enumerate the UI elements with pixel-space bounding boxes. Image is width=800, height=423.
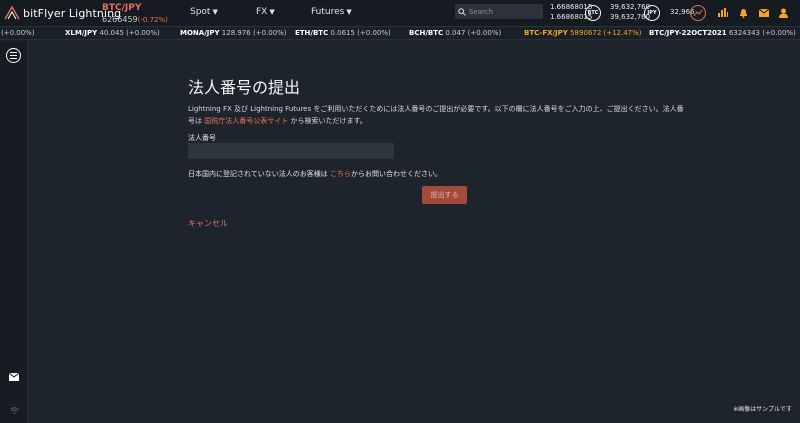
corporate-number-input[interactable] [188,143,394,159]
desc-text: 号は [188,117,202,125]
cancel-link[interactable]: キャンセル [188,218,228,229]
menu-futures-label: Futures [311,7,345,17]
btc-coin-icon[interactable]: BTC [585,5,601,21]
ticker-item[interactable]: BTC-FX/JPY 5890672 (+12.47%) [524,29,642,37]
mail-icon[interactable] [758,7,769,18]
submit-button[interactable]: 提出する [422,186,467,204]
ticker-value: 5890672 (+12.47%) [570,29,642,37]
search-input[interactable] [469,7,539,16]
jpy-coin-icon[interactable]: JPY [644,5,660,21]
menu-fx[interactable]: FX ▼ [256,7,275,17]
search-box[interactable] [455,4,543,19]
ticker-item[interactable]: BCH/BTC 0.047 (+0.00%) [409,29,501,37]
caret-down-icon: ▼ [269,8,275,16]
ticker-item[interactable]: ETH/BTC 0.0615 (+0.00%) [295,29,391,37]
ticker-name: ETH/BTC [295,29,329,37]
caret-down-icon: ▼ [346,8,352,16]
ticker-item[interactable]: (+0.00%) [1,29,35,37]
desc-text: Lightning FX 及び Lightning Futures をご利用いた… [188,105,684,113]
ticker-value: 0.0615 (+0.00%) [330,29,391,37]
ticker-item[interactable]: BTC/JPY-22OCT2021 6324343 (+0.00%) [649,29,796,37]
notice-text: 日本国内に登記されていない法人のお客様は [188,170,328,178]
hamburger-menu-icon[interactable] [6,48,21,63]
chart-icon[interactable] [717,7,728,18]
ticker-name: BTC-FX/JPY [524,29,568,37]
ticker-name: XLM/JPY [65,29,98,37]
main-content: 法人番号の提出 Lightning FX 及び Lightning Future… [29,41,800,423]
corporate-number-label: 法人番号 [188,134,216,142]
current-pair[interactable]: BTC/JPY 6266459(-0.72%) [102,3,168,26]
menu-spot[interactable]: Spot ▼ [190,7,218,17]
sample-image-note: ※画像はサンプルです [733,406,792,413]
bitflyer-logo-icon [4,5,20,20]
ticker-name: BTC/JPY-22OCT2021 [649,29,727,37]
pair-price: 6266459 [102,15,138,24]
ticker-name: BCH/BTC [409,29,444,37]
ticker-value: 40.045 (+0.00%) [99,29,160,37]
search-icon [458,7,466,16]
caret-down-icon: ▼ [212,8,218,16]
ticker-bar: (+0.00%) XLM/JPY 40.045 (+0.00%) MONA/JP… [0,28,800,40]
nta-site-link[interactable]: 国税庁法人番号公表サイト [204,117,288,125]
form-description: Lightning FX 及び Lightning Futures をご利用いた… [188,103,708,127]
ticker-value: 6324343 (+0.00%) [728,29,796,37]
ticker-item[interactable]: MONA/JPY 128.976 (+0.00%) [180,29,287,37]
contact-link[interactable]: こちら [330,170,351,178]
menu-futures[interactable]: Futures ▼ [311,7,352,17]
ticker-value: (+0.00%) [1,29,35,37]
pair-change: (-0.72%) [137,16,168,24]
ticker-name: MONA/JPY [180,29,220,37]
ticker-value: 128.976 (+0.00%) [221,29,287,37]
top-bar: bitFlyer Lightning BTC/JPY 6266459(-0.72… [0,0,800,27]
ticker-item[interactable]: XLM/JPY 40.045 (+0.00%) [65,29,160,37]
sidebar [0,41,28,423]
trend-icon [693,9,703,17]
pair-price-row: 6266459(-0.72%) [102,14,168,26]
ticker-value: 0.047 (+0.00%) [445,29,502,37]
foreign-notice: 日本国内に登記されていない法人のお客様は こちらからお問い合わせください。 [188,169,442,179]
notice-text: からお問い合わせください。 [351,170,443,178]
bell-icon[interactable] [738,7,749,18]
menu-spot-label: Spot [190,7,211,17]
page-title: 法人番号の提出 [188,78,301,97]
sidebar-mail-icon[interactable] [9,373,19,381]
desc-text: から検索いただけます。 [290,117,367,125]
connection-icon [10,407,19,414]
jpy-alt-icon[interactable] [690,5,706,21]
user-icon[interactable] [778,7,789,18]
menu-fx-label: FX [256,7,268,17]
pair-name: BTC/JPY [102,3,142,13]
